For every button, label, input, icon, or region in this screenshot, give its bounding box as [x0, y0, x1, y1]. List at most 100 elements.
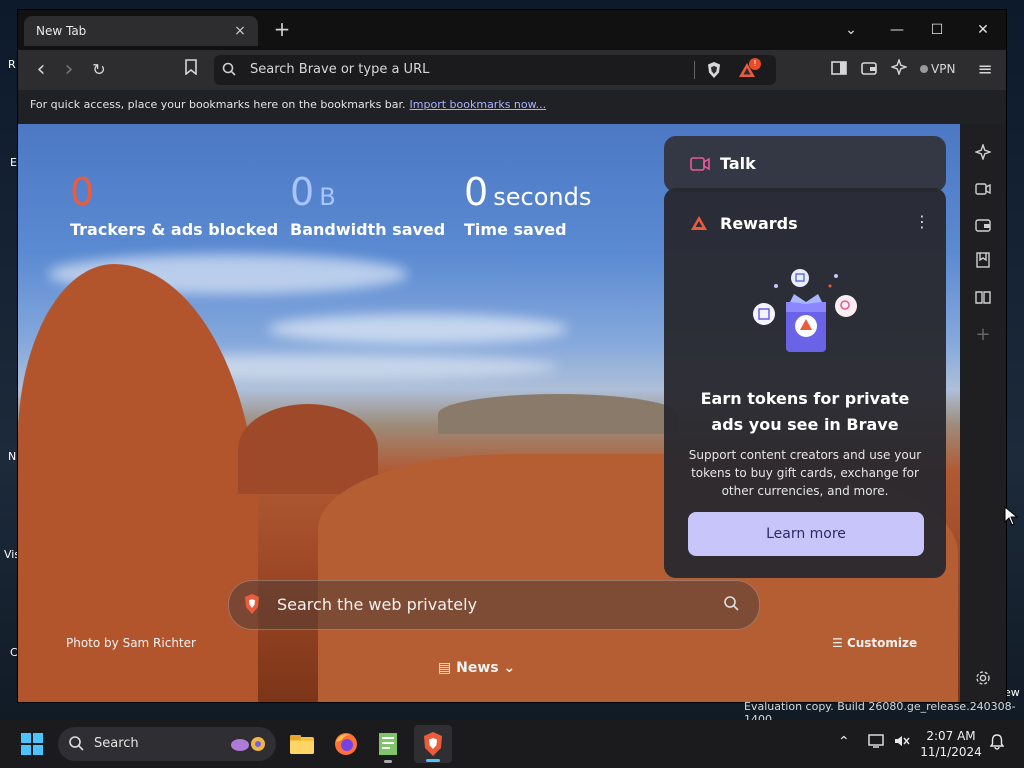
search-placeholder: Search the web privately	[277, 595, 478, 614]
background-rock	[238, 404, 378, 494]
file-explorer-icon[interactable]	[286, 728, 318, 760]
settings-gear-icon[interactable]	[972, 670, 994, 692]
brave-logo-icon	[243, 593, 261, 615]
time-count: 0	[464, 170, 489, 214]
windows-taskbar: Search ⌃ 2:07 AM 11/1/2024	[0, 720, 1024, 768]
mouse-cursor-icon	[1004, 505, 1019, 530]
background-mesa	[438, 394, 678, 434]
address-bar-placeholder: Search Brave or type a URL	[250, 62, 430, 77]
search-highlight-icon	[228, 733, 268, 759]
trackers-count: 0	[70, 170, 95, 214]
sliders-icon: ☰	[832, 636, 847, 650]
bandwidth-unit: B	[319, 183, 336, 211]
desktop-icon-label: R	[8, 58, 16, 71]
bookmarks-bar: For quick access, place your bookmarks h…	[18, 90, 1006, 124]
new-tab-page: 0 Trackers & ads blocked 0 B Bandwidth s…	[18, 124, 960, 702]
system-clock[interactable]: 2:07 AM 11/1/2024	[918, 728, 984, 760]
bandwidth-stat: 0 B Bandwidth saved	[290, 172, 445, 239]
sidebar-toggle-icon[interactable]	[826, 58, 852, 82]
photo-credit[interactable]: Photo by Sam Richter	[66, 636, 196, 650]
brave-taskbar-icon[interactable]	[414, 725, 452, 763]
vpn-button[interactable]: VPN	[920, 62, 955, 76]
wallet-icon[interactable]	[856, 58, 882, 82]
more-options-icon[interactable]: ⋮	[914, 212, 930, 231]
address-bar[interactable]: Search Brave or type a URL !	[214, 55, 776, 85]
clock-time: 2:07 AM	[926, 729, 976, 743]
chevron-down-icon: ⌄	[498, 660, 516, 676]
browser-window: New Tab × + ⌄ — ☐ ✕ ‹ › ↻ Search Brave o…	[18, 10, 1006, 702]
wallet-sidebar-icon[interactable]	[972, 216, 994, 238]
search-icon[interactable]	[723, 595, 739, 615]
customize-label: Customize	[846, 636, 918, 650]
time-stat: 0 seconds Time saved	[464, 172, 591, 239]
rewards-title: Rewards	[720, 214, 798, 233]
bandwidth-label: Bandwidth saved	[290, 220, 446, 239]
vpn-status-icon	[920, 65, 928, 73]
forward-button[interactable]: ›	[56, 58, 82, 82]
time-label: Time saved	[464, 220, 567, 239]
network-icon[interactable]	[868, 734, 884, 752]
volume-muted-icon[interactable]	[894, 734, 910, 752]
reading-list-sidebar-icon[interactable]	[972, 288, 994, 310]
video-camera-icon	[690, 156, 710, 172]
main-menu-icon[interactable]: ≡	[972, 58, 998, 82]
news-label: News	[456, 660, 499, 676]
notification-bell-icon[interactable]	[989, 734, 1005, 754]
news-button[interactable]: ▤ News ⌄	[438, 660, 515, 676]
address-bar-divider	[694, 61, 695, 79]
leo-ai-icon[interactable]	[886, 57, 912, 82]
firefox-icon[interactable]	[330, 728, 362, 760]
clock-date: 11/1/2024	[920, 745, 982, 759]
tab-strip: New Tab × + ⌄ — ☐ ✕	[18, 10, 1006, 50]
newspaper-icon: ▤	[438, 660, 457, 676]
rewards-description: Support content creators and use your to…	[688, 448, 922, 498]
search-icon	[222, 62, 238, 78]
tab-close-icon[interactable]: ×	[230, 23, 250, 39]
desktop-icon-label: ew	[1004, 686, 1020, 699]
vpn-label: VPN	[931, 62, 956, 76]
add-sidebar-item-icon[interactable]: +	[972, 324, 994, 346]
bookmarks-sidebar-icon[interactable]	[972, 252, 994, 274]
new-tab-button[interactable]: +	[270, 18, 294, 42]
gift-box-illustration	[752, 264, 858, 364]
rewards-triangle-icon	[690, 215, 708, 231]
navigation-toolbar: ‹ › ↻ Search Brave or type a URL ! VPN ≡	[18, 50, 1006, 90]
bookmark-icon[interactable]	[178, 58, 204, 82]
rewards-widget: Rewards ⋮ Earn tokens for private ads yo…	[664, 188, 946, 578]
talk-widget[interactable]: Talk	[664, 136, 946, 192]
trackers-stat: 0 Trackers & ads blocked	[70, 172, 278, 239]
brave-shields-icon[interactable]	[706, 61, 722, 79]
maximize-button[interactable]: ☐	[922, 18, 952, 42]
back-button[interactable]: ‹	[28, 58, 54, 82]
reload-button[interactable]: ↻	[86, 58, 112, 82]
learn-more-button[interactable]: Learn more	[688, 512, 924, 556]
tab-title: New Tab	[36, 24, 87, 38]
trackers-label: Trackers & ads blocked	[70, 220, 279, 239]
customize-button[interactable]: ☰ Customize	[832, 636, 917, 650]
show-hidden-icons-chevron-icon[interactable]: ⌃	[838, 734, 850, 750]
taskbar-search[interactable]: Search	[58, 727, 276, 761]
minimize-button[interactable]: —	[882, 18, 912, 42]
talk-title: Talk	[720, 154, 756, 173]
time-unit: seconds	[493, 183, 592, 211]
import-bookmarks-link[interactable]: Import bookmarks now...	[410, 98, 547, 111]
windows-start-icon[interactable]	[16, 728, 48, 760]
desktop-icon-label: C	[10, 646, 18, 659]
close-window-button[interactable]: ✕	[968, 18, 998, 42]
rewards-notification-badge: !	[749, 58, 761, 70]
tab-new-tab[interactable]: New Tab ×	[24, 16, 258, 46]
running-indicator	[384, 760, 392, 763]
desktop-icon-label: N	[8, 450, 17, 463]
desktop-icon-label: E	[10, 156, 17, 169]
leo-ai-sidebar-icon[interactable]	[972, 142, 994, 166]
bookmarks-bar-hint: For quick access, place your bookmarks h…	[30, 98, 546, 111]
bandwidth-count: 0	[290, 170, 315, 214]
web-search-box[interactable]: Search the web privately	[228, 580, 760, 630]
background-cloud	[268, 314, 568, 344]
tab-search-dropdown-icon[interactable]: ⌄	[836, 18, 866, 42]
taskbar-search-label: Search	[94, 736, 139, 751]
talk-sidebar-icon[interactable]	[972, 180, 994, 202]
rewards-heading: Earn tokens for private ads you see in B…	[700, 389, 910, 434]
bookmarks-bar-text: For quick access, place your bookmarks h…	[30, 98, 406, 111]
notepad-app-icon[interactable]	[372, 728, 404, 763]
